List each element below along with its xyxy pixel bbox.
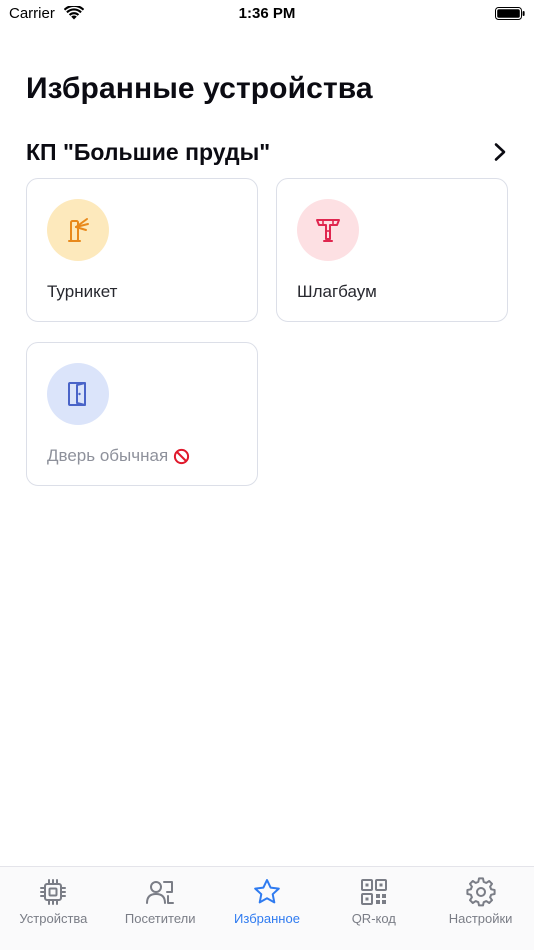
tab-label: Избранное <box>234 911 300 926</box>
battery-icon <box>495 7 525 20</box>
device-card-door[interactable]: Дверь обычная <box>26 342 258 486</box>
blocked-icon <box>174 448 190 464</box>
tab-label: Устройства <box>19 911 88 926</box>
qr-code-icon <box>360 879 387 905</box>
device-label: Дверь обычная <box>47 446 190 466</box>
visitors-icon <box>146 881 175 904</box>
group-title: КП "Большие пруды" <box>26 138 271 165</box>
tab-devices[interactable]: Устройства <box>0 867 107 950</box>
status-bar: Carrier 1:36 PM <box>0 0 534 28</box>
tab-label: QR-код <box>351 911 396 926</box>
tab-bar: Устройства Посетители Избранное QR-код Н… <box>0 866 534 950</box>
tab-label: Настройки <box>448 911 513 926</box>
tab-settings[interactable]: Настройки <box>427 867 534 950</box>
device-label: Шлагбаум <box>297 282 377 302</box>
tab-visitors[interactable]: Посетители <box>107 867 214 950</box>
clock: 1:36 PM <box>238 5 296 22</box>
gear-icon <box>465 877 496 907</box>
chevron-right-icon[interactable] <box>492 142 508 162</box>
tab-label: Посетители <box>124 911 196 926</box>
device-label: Турникет <box>47 282 117 302</box>
barrier-icon-circle <box>297 199 359 261</box>
page-title: Избранные устройства <box>26 72 373 105</box>
device-card-barrier[interactable]: Шлагбаум <box>276 178 508 322</box>
device-name: Шлагбаум <box>297 282 377 301</box>
tab-favorites[interactable]: Избранное <box>214 867 321 950</box>
chip-icon <box>40 879 67 905</box>
barrier-icon <box>316 219 340 242</box>
door-icon-circle <box>47 363 109 425</box>
device-name: Турникет <box>47 282 118 301</box>
turnstile-icon <box>68 218 89 242</box>
tab-qr-code[interactable]: QR-код <box>320 867 427 950</box>
group-header[interactable]: КП "Большие пруды" <box>26 136 508 168</box>
device-card-turnstile[interactable]: Турникет <box>26 178 258 322</box>
turnstile-icon-circle <box>47 199 109 261</box>
star-icon <box>254 879 280 904</box>
door-icon <box>68 382 86 406</box>
device-name: Дверь обычная <box>47 446 169 465</box>
